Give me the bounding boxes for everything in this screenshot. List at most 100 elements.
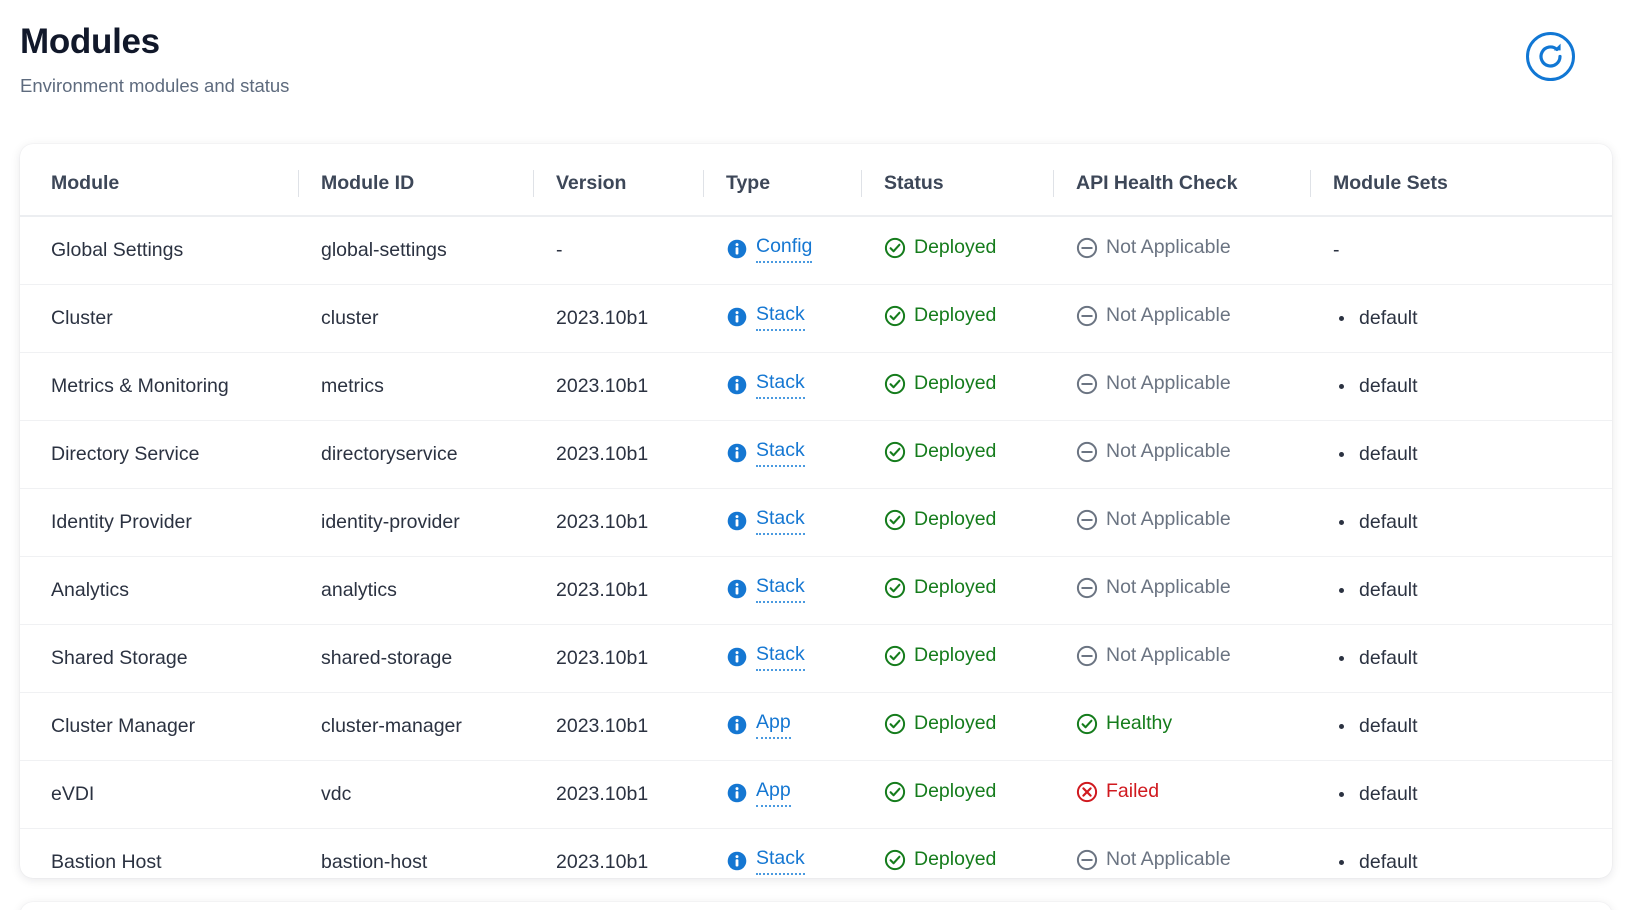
cell-module-id: metrics — [298, 352, 533, 421]
cell-module-sets: default — [1310, 488, 1612, 557]
cell-api-health-check: Not Applicable — [1053, 488, 1310, 557]
module-type-link[interactable]: Stack — [726, 643, 805, 671]
cell-status: Deployed — [861, 352, 1053, 421]
minus-circle-icon — [1076, 849, 1098, 871]
column-header-api-health-check[interactable]: API Health Check — [1053, 144, 1310, 217]
module-type-label[interactable]: Stack — [756, 507, 805, 535]
table-row[interactable]: Global Settings global-settings - Config Dep… — [20, 216, 1612, 285]
module-type-label[interactable]: Stack — [756, 303, 805, 331]
table-row[interactable]: Identity Provider identity-provider 2023.1… — [20, 488, 1612, 557]
module-type-label[interactable]: Stack — [756, 643, 805, 671]
table-row[interactable]: Cluster Manager cluster-manager 2023.10b1 A… — [20, 692, 1612, 761]
module-id-value: cluster-manager — [321, 715, 462, 737]
module-name: Shared Storage — [51, 647, 188, 669]
check-circle-icon — [884, 645, 906, 667]
module-sets-list: default — [1333, 647, 1612, 670]
cell-module-id: identity-provider — [298, 488, 533, 557]
module-type-label[interactable]: Stack — [756, 847, 805, 875]
check-circle-icon — [884, 509, 906, 531]
module-type-label[interactable]: Stack — [756, 439, 805, 467]
status-label: Deployed — [914, 304, 997, 327]
cell-status: Deployed — [861, 692, 1053, 761]
cell-module: Shared Storage — [20, 624, 298, 693]
module-sets-empty: - — [1333, 239, 1340, 261]
minus-circle-icon — [1076, 645, 1098, 667]
cell-module: Directory Service — [20, 420, 298, 489]
module-type-label[interactable]: App — [756, 779, 791, 807]
cell-module-id: directoryservice — [298, 420, 533, 489]
api-health-badge: Failed — [1076, 780, 1159, 803]
column-header-module[interactable]: Module — [20, 144, 298, 217]
api-health-badge: Not Applicable — [1076, 848, 1231, 871]
module-id-value: vdc — [321, 783, 352, 805]
module-type-link[interactable]: Stack — [726, 439, 805, 467]
table-row[interactable]: Analytics analytics 2023.10b1 Stack Deployed… — [20, 556, 1612, 625]
module-type-link[interactable]: Stack — [726, 847, 805, 875]
table-row[interactable]: Directory Service directoryservice 2023.10… — [20, 420, 1612, 489]
cell-status: Deployed — [861, 284, 1053, 353]
cell-module: Metrics & Monitoring — [20, 352, 298, 421]
cell-module-id: analytics — [298, 556, 533, 625]
module-name: Analytics — [51, 579, 130, 601]
module-name: eVDI — [51, 783, 95, 805]
api-health-badge: Not Applicable — [1076, 236, 1231, 259]
minus-circle-icon — [1076, 577, 1098, 599]
api-health-label: Not Applicable — [1106, 236, 1231, 259]
info-circle-icon — [726, 782, 748, 804]
api-health-label: Not Applicable — [1106, 644, 1231, 667]
module-type-link[interactable]: Stack — [726, 507, 805, 535]
column-header-type[interactable]: Type — [703, 144, 861, 217]
module-set-item: default — [1333, 375, 1612, 398]
table-body: Global Settings global-settings - Config Dep… — [20, 216, 1612, 878]
api-health-badge: Healthy — [1076, 712, 1172, 735]
cell-api-health-check: Not Applicable — [1053, 284, 1310, 353]
module-type-label[interactable]: Config — [756, 235, 813, 263]
info-circle-icon — [726, 646, 748, 668]
refresh-button[interactable] — [1524, 30, 1577, 83]
cell-api-health-check: Not Applicable — [1053, 352, 1310, 421]
cell-module-id: vdc — [298, 760, 533, 829]
cell-api-health-check: Failed — [1053, 760, 1310, 829]
version-value: 2023.10b1 — [556, 443, 649, 465]
table-row[interactable]: Metrics & Monitoring metrics 2023.10b1 Stac… — [20, 352, 1612, 421]
info-circle-icon — [726, 714, 748, 736]
info-circle-icon — [726, 238, 748, 260]
module-type-link[interactable]: App — [726, 711, 791, 739]
info-circle-icon — [726, 442, 748, 464]
status-label: Deployed — [914, 440, 997, 463]
module-type-label[interactable]: App — [756, 711, 791, 739]
module-sets-list: default — [1333, 511, 1612, 534]
module-type-link[interactable]: Config — [726, 235, 813, 263]
column-header-module-id[interactable]: Module ID — [298, 144, 533, 217]
column-header-module-sets[interactable]: Module Sets — [1310, 144, 1612, 217]
cell-module-sets: default — [1310, 284, 1612, 353]
api-health-badge: Not Applicable — [1076, 304, 1231, 327]
api-health-label: Not Applicable — [1106, 576, 1231, 599]
column-header-type-label: Type — [726, 172, 771, 194]
table-row[interactable]: Bastion Host bastion-host 2023.10b1 Stack De… — [20, 829, 1612, 879]
api-health-label: Not Applicable — [1106, 848, 1231, 871]
column-header-api-health-check-label: API Health Check — [1076, 172, 1238, 194]
module-type-label[interactable]: Stack — [756, 575, 805, 603]
module-type-link[interactable]: Stack — [726, 371, 805, 399]
column-header-status[interactable]: Status — [861, 144, 1053, 217]
table-row[interactable]: Shared Storage shared-storage 2023.10b1 Sta… — [20, 624, 1612, 693]
cell-version: 2023.10b1 — [533, 692, 703, 761]
table-header: Module Module ID Version Type Status API… — [20, 144, 1612, 217]
module-type-label[interactable]: Stack — [756, 371, 805, 399]
version-value: 2023.10b1 — [556, 783, 649, 805]
cell-status: Deployed — [861, 624, 1053, 693]
module-id-value: cluster — [321, 307, 379, 329]
cell-module: Global Settings — [20, 216, 298, 285]
module-type-link[interactable]: Stack — [726, 303, 805, 331]
version-value: 2023.10b1 — [556, 375, 649, 397]
table-row[interactable]: eVDI vdc 2023.10b1 App Deployed Failed default — [20, 760, 1612, 829]
table-row[interactable]: Cluster cluster 2023.10b1 Stack Deployed Not … — [20, 284, 1612, 353]
refresh-circle-icon — [1524, 30, 1577, 83]
status-label: Deployed — [914, 508, 997, 531]
module-type-link[interactable]: Stack — [726, 575, 805, 603]
column-header-version[interactable]: Version — [533, 144, 703, 217]
status-badge: Deployed — [884, 304, 996, 327]
module-name: Cluster Manager — [51, 715, 196, 737]
module-type-link[interactable]: App — [726, 779, 791, 807]
